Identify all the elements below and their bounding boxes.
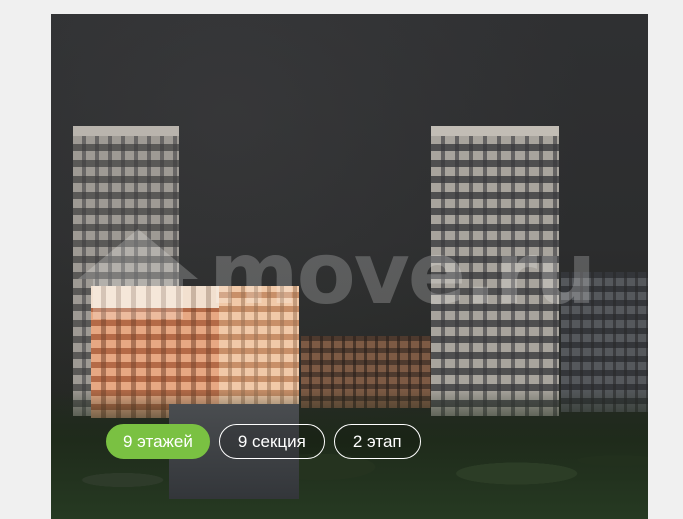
tag-section[interactable]: 9 секция [218,424,325,459]
tag-list: 9 этажей 9 секция 2 этап [106,424,421,459]
watermark-text: move.ru [209,224,596,324]
tag-floors[interactable]: 9 этажей [106,424,210,459]
watermark: move.ru [73,224,643,324]
house-icon [78,229,198,319]
tag-stage[interactable]: 2 этап [333,424,421,459]
project-photo-card: move.ru 9 этажей 9 секция 2 этап [51,14,648,519]
